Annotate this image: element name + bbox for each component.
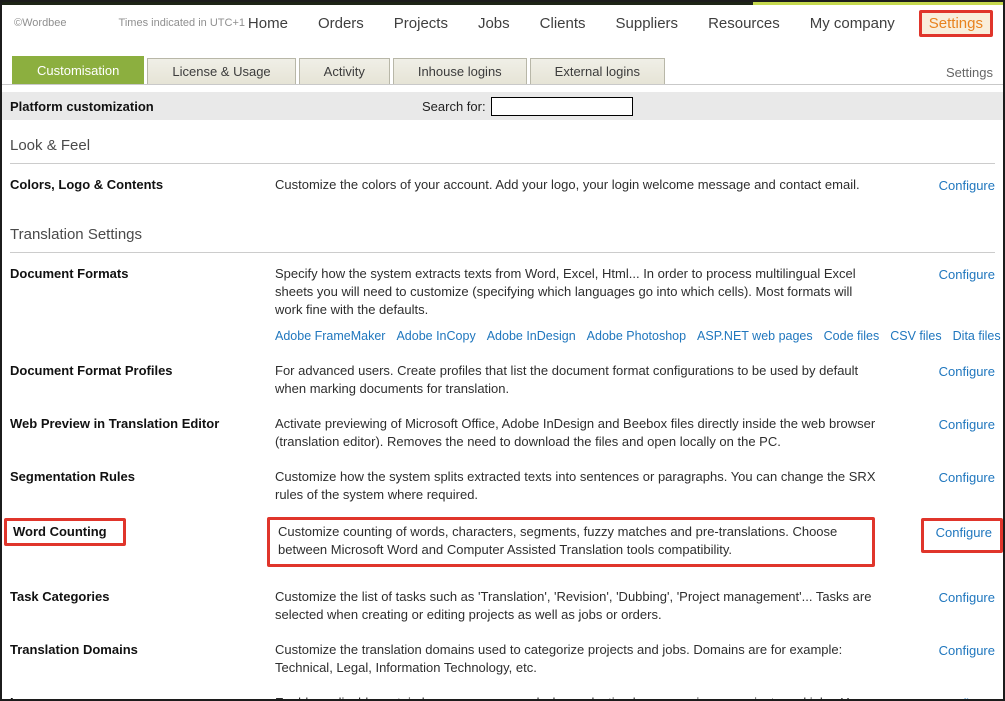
brand-label: ©Wordbee bbox=[14, 17, 67, 29]
row-label: Colors, Logo & Contents bbox=[10, 176, 275, 192]
row-description: Customize the colors of your account. Ad… bbox=[275, 176, 883, 194]
timezone-note: Times indicated in UTC+1 bbox=[119, 17, 245, 29]
row-label-text: Word Counting bbox=[13, 524, 107, 539]
row-label: Document Format Profiles bbox=[10, 362, 275, 378]
format-link[interactable]: CSV files bbox=[890, 329, 941, 343]
setting-row-languages: Languages Enable or disable certain lang… bbox=[10, 694, 995, 701]
row-action: Configure bbox=[883, 588, 995, 607]
row-description-block: Specify how the system extracts texts fr… bbox=[275, 265, 883, 345]
configure-link[interactable]: Configure bbox=[939, 590, 995, 605]
annotation-box-word-counting-label: Word Counting bbox=[4, 518, 126, 546]
tab[interactable]: Inhouse logins bbox=[393, 58, 527, 84]
format-link[interactable]: ASP.NET web pages bbox=[697, 329, 813, 343]
configure-link[interactable]: Configure bbox=[939, 267, 995, 282]
tab[interactable]: External logins bbox=[530, 58, 665, 84]
top-accent-bar bbox=[2, 2, 1003, 5]
setting-row-colors-logo-contents: Colors, Logo & Contents Customize the co… bbox=[10, 176, 995, 195]
format-link[interactable]: Adobe Photoshop bbox=[587, 329, 686, 343]
nav-item[interactable]: Home bbox=[248, 15, 288, 32]
row-description: Customize how the system splits extracte… bbox=[275, 468, 883, 504]
nav-item[interactable]: My company bbox=[810, 15, 895, 32]
annotation-box-configure: Configure bbox=[921, 518, 1003, 553]
tab[interactable]: Activity bbox=[299, 58, 390, 84]
format-link[interactable]: Code files bbox=[824, 329, 880, 343]
page-toolbar: Platform customization Search for: bbox=[2, 92, 1003, 120]
configure-link[interactable]: Configure bbox=[939, 696, 995, 701]
row-description: Specify how the system extracts texts fr… bbox=[275, 265, 883, 319]
top-bar: ©Wordbee Times indicated in UTC+1 Home Or… bbox=[2, 5, 1003, 41]
configure-link[interactable]: Configure bbox=[939, 643, 995, 658]
nav-item-settings[interactable]: Settings bbox=[919, 10, 993, 37]
configure-link[interactable]: Configure bbox=[939, 178, 995, 193]
setting-row-translation-domains: Translation Domains Customize the transl… bbox=[10, 641, 995, 677]
row-description: Activate previewing of Microsoft Office,… bbox=[275, 415, 883, 451]
row-action: Configure bbox=[883, 415, 995, 434]
row-action: Configure bbox=[883, 176, 995, 195]
settings-page: ©Wordbee Times indicated in UTC+1 Home Or… bbox=[0, 0, 1005, 701]
configure-link[interactable]: Configure bbox=[939, 417, 995, 432]
inactive-tabs: License & UsageActivityInhouse loginsExt… bbox=[147, 58, 665, 84]
row-action: Configure bbox=[883, 694, 995, 701]
row-label: Word Counting bbox=[10, 521, 275, 550]
nav-item[interactable]: Orders bbox=[318, 15, 364, 32]
main-nav: Home Orders Projects Jobs Clients Suppliers Re… bbox=[248, 15, 895, 32]
setting-row-segmentation-rules: Segmentation Rules Customize how the sys… bbox=[10, 468, 995, 504]
tab-customisation[interactable]: Customisation bbox=[12, 56, 144, 84]
page-title: Platform customization bbox=[10, 99, 154, 114]
row-action: Configure bbox=[883, 468, 995, 487]
setting-row-task-categories: Task Categories Customize the list of ta… bbox=[10, 588, 995, 624]
tab-strip: Customisation License & UsageActivityInh… bbox=[2, 56, 1003, 85]
document-format-links: Adobe FrameMaker Adobe InCopy Adobe InDesi… bbox=[275, 328, 883, 345]
row-description-block: Customize counting of words, characters,… bbox=[275, 521, 883, 571]
row-label: Document Formats bbox=[10, 265, 275, 281]
row-label: Languages bbox=[10, 694, 275, 701]
row-description: For advanced users. Create profiles that… bbox=[275, 362, 883, 398]
search-label: Search for: bbox=[422, 99, 486, 114]
nav-item[interactable]: Suppliers bbox=[616, 15, 679, 32]
row-description: Customize counting of words, characters,… bbox=[267, 517, 875, 567]
row-label: Segmentation Rules bbox=[10, 468, 275, 484]
format-link[interactable]: Adobe FrameMaker bbox=[275, 329, 385, 343]
row-label: Web Preview in Translation Editor bbox=[10, 415, 275, 431]
configure-link[interactable]: Configure bbox=[939, 364, 995, 379]
section-title-look-and-feel: Look & Feel bbox=[10, 137, 995, 164]
setting-row-document-format-profiles: Document Format Profiles For advanced us… bbox=[10, 362, 995, 398]
format-link[interactable]: Dita files bbox=[953, 329, 1001, 343]
tabs-right-label: Settings bbox=[946, 65, 1003, 84]
row-label: Task Categories bbox=[10, 588, 275, 604]
tab[interactable]: License & Usage bbox=[147, 58, 295, 84]
configure-link[interactable]: Configure bbox=[936, 525, 992, 540]
row-description: Customize the list of tasks such as 'Tra… bbox=[275, 588, 883, 624]
nav-item[interactable]: Jobs bbox=[478, 15, 510, 32]
setting-row-web-preview: Web Preview in Translation Editor Activa… bbox=[10, 415, 995, 451]
search-input[interactable] bbox=[491, 97, 633, 116]
section-title-translation-settings: Translation Settings bbox=[10, 226, 995, 253]
configure-link[interactable]: Configure bbox=[939, 470, 995, 485]
settings-content: Look & Feel Colors, Logo & Contents Cust… bbox=[2, 137, 1003, 701]
search-group: Search for: bbox=[422, 97, 633, 116]
row-label: Translation Domains bbox=[10, 641, 275, 657]
row-action: Configure bbox=[883, 521, 995, 557]
row-action: Configure bbox=[883, 362, 995, 381]
format-link[interactable]: Adobe InDesign bbox=[487, 329, 576, 343]
accent-green-segment bbox=[753, 2, 1003, 5]
accent-dark-segment bbox=[2, 2, 753, 5]
setting-row-document-formats: Document Formats Specify how the system … bbox=[10, 265, 995, 345]
format-link[interactable]: Adobe InCopy bbox=[396, 329, 475, 343]
row-action: Configure bbox=[883, 641, 995, 660]
nav-item[interactable]: Resources bbox=[708, 15, 780, 32]
setting-row-word-counting: Word Counting Customize counting of word… bbox=[10, 521, 995, 571]
row-action: Configure bbox=[883, 265, 995, 284]
nav-item[interactable]: Projects bbox=[394, 15, 448, 32]
row-description: Customize the translation domains used t… bbox=[275, 641, 883, 677]
nav-item[interactable]: Clients bbox=[540, 15, 586, 32]
row-description: Enable or disable certain languages prop… bbox=[275, 694, 883, 701]
